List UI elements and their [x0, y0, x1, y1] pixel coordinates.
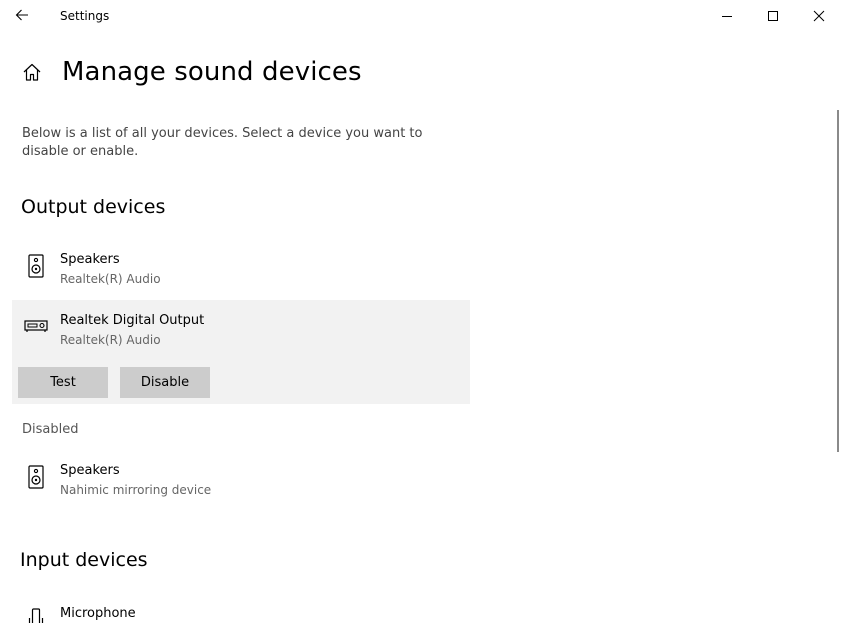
minimize-icon: [721, 7, 733, 26]
device-subtitle: Realtek(R) Audio: [60, 333, 161, 347]
input-devices-heading: Input devices: [20, 549, 148, 571]
device-name: Microphone: [60, 606, 136, 621]
settings-window: Settings Manage sound devices Below is a…: [0, 0, 841, 623]
digital-output-icon: [24, 312, 48, 340]
microphone-icon: [24, 606, 48, 623]
output-device-realtek-digital[interactable]: Realtek Digital Output Realtek(R) Audio …: [12, 300, 470, 404]
app-title: Settings: [60, 9, 110, 23]
device-name: Speakers: [60, 463, 120, 478]
minimize-button[interactable]: [704, 0, 750, 32]
output-device-speakers[interactable]: Speakers Realtek(R) Audio: [12, 244, 470, 296]
output-devices-heading: Output devices: [21, 196, 166, 218]
input-device-microphone[interactable]: Microphone: [12, 598, 470, 623]
back-button[interactable]: [0, 0, 44, 32]
device-subtitle: Nahimic mirroring device: [60, 483, 212, 497]
speaker-icon: [24, 463, 48, 491]
page-title: Manage sound devices: [62, 57, 362, 87]
device-name: Speakers: [60, 252, 120, 267]
home-icon[interactable]: [20, 60, 44, 84]
device-subtitle: Realtek(R) Audio: [60, 272, 161, 286]
test-button[interactable]: Test: [18, 367, 108, 398]
disable-button[interactable]: Disable: [120, 367, 210, 398]
disabled-section-label: Disabled: [22, 422, 79, 437]
page-description: Below is a list of all your devices. Sel…: [22, 126, 423, 159]
disabled-device-speakers-nahimic[interactable]: Speakers Nahimic mirroring device: [12, 455, 470, 507]
title-bar: Settings: [0, 0, 841, 32]
close-button[interactable]: [796, 0, 841, 32]
device-name: Realtek Digital Output: [60, 313, 205, 328]
vertical-scrollbar[interactable]: [837, 110, 839, 452]
maximize-button[interactable]: [750, 0, 796, 32]
maximize-icon: [767, 7, 779, 26]
back-arrow-icon: [15, 7, 29, 26]
speaker-icon: [24, 252, 48, 280]
close-icon: [813, 7, 825, 26]
